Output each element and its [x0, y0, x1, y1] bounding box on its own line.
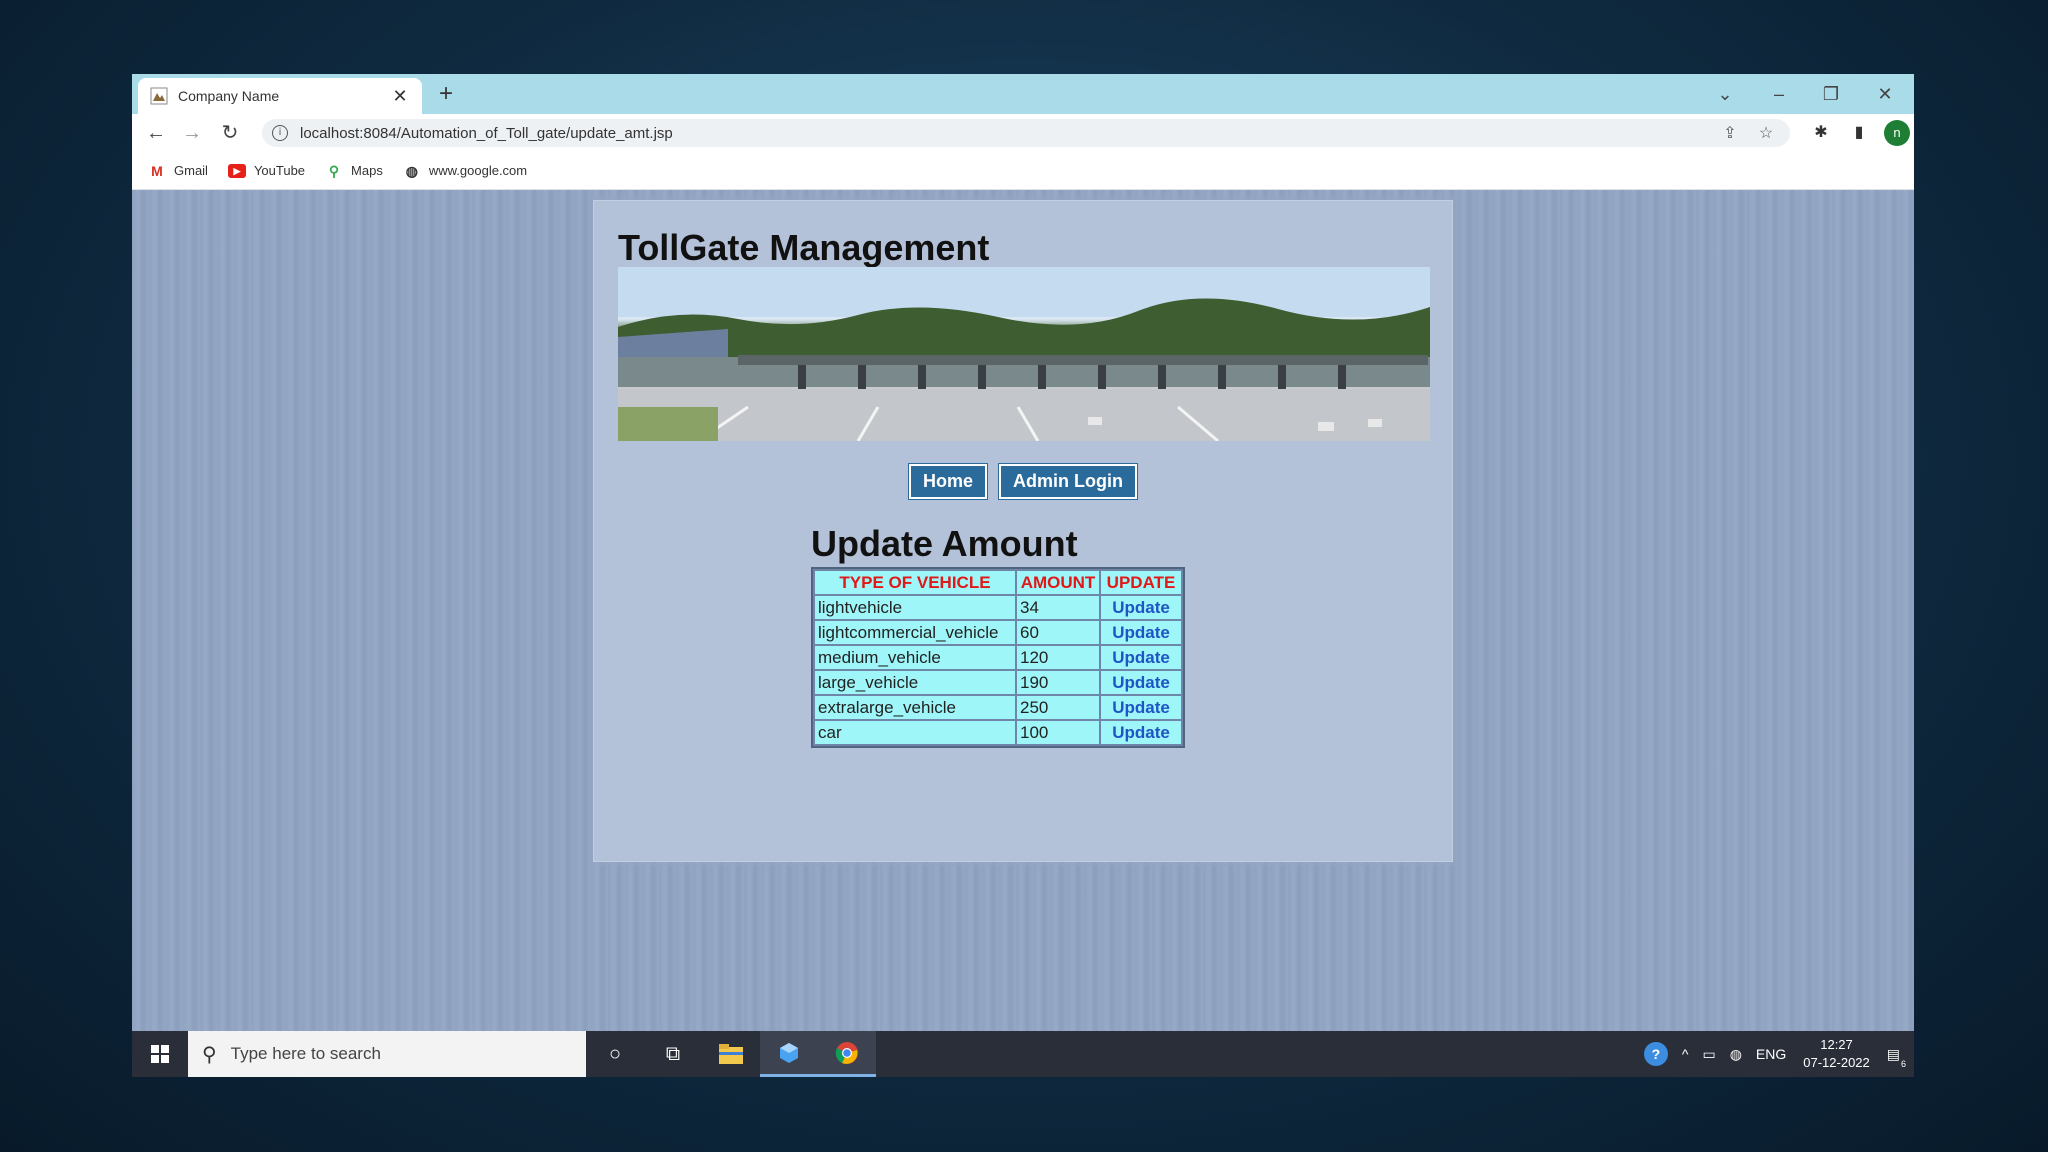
notification-count: 6 — [1900, 1058, 1906, 1069]
browser-tab[interactable]: Company Name ✕ — [138, 78, 422, 114]
profile-avatar[interactable]: n — [1884, 120, 1910, 146]
amount-cell: 120 — [1017, 646, 1099, 669]
table-header-row: TYPE OF VEHICLE AMOUNT UPDATE — [815, 571, 1181, 594]
chevron-up-icon[interactable]: ^ — [1682, 1046, 1689, 1062]
clock-date: 07-12-2022 — [1803, 1055, 1870, 1070]
gmail-icon: M — [151, 162, 163, 179]
help-icon[interactable]: ? — [1643, 1042, 1668, 1066]
start-button[interactable] — [132, 1031, 188, 1077]
table-row: medium_vehicle 120 Update — [815, 646, 1181, 669]
section-title: Update Amount — [811, 523, 1078, 564]
notification-icon[interactable]: ▤ 6 — [1887, 1046, 1906, 1069]
vehicle-type-cell: medium_vehicle — [815, 646, 1015, 669]
forward-button[interactable]: → — [178, 119, 206, 147]
update-link[interactable]: Update — [1101, 621, 1181, 644]
bookmark-google[interactable]: ◍ www.google.com — [403, 163, 527, 178]
browser-toolbar: ← → ↻ i localhost:8084/Automation_of_Tol… — [132, 114, 1914, 152]
windows-logo-icon — [151, 1045, 169, 1063]
bookmark-youtube[interactable]: ▶ YouTube — [227, 163, 306, 178]
bookmark-label: YouTube — [253, 163, 306, 178]
address-bar[interactable]: i localhost:8084/Automation_of_Toll_gate… — [262, 119, 1790, 147]
site-info-icon[interactable]: i — [272, 125, 288, 141]
new-tab-button[interactable]: + — [432, 80, 460, 108]
amount-table: TYPE OF VEHICLE AMOUNT UPDATE lightvehic… — [811, 567, 1185, 748]
vehicle-type-cell: lightvehicle — [815, 596, 1015, 619]
admin-login-button[interactable]: Admin Login — [999, 464, 1137, 499]
globe-icon: ◍ — [405, 162, 418, 179]
extensions-icon[interactable]: ✱ — [1808, 120, 1834, 146]
vehicle-type-cell: car — [815, 721, 1015, 744]
update-link[interactable]: Update — [1101, 721, 1181, 744]
tab-search-icon[interactable]: ⌄ — [1710, 80, 1740, 108]
bookmark-gmail[interactable]: M Gmail — [148, 163, 208, 178]
amount-cell: 34 — [1017, 596, 1099, 619]
app-cube-icon[interactable] — [760, 1031, 818, 1077]
site-favicon-icon — [150, 87, 168, 105]
vehicle-type-cell: extralarge_vehicle — [815, 696, 1015, 719]
youtube-icon: ▶ — [227, 163, 246, 178]
cortana-icon[interactable]: ○ — [586, 1031, 644, 1077]
system-tray: ? ^ ▭ ◍ ENG 12:27 07-12-2022 ▤ 6 — [1637, 1031, 1914, 1077]
share-icon[interactable]: ⇪ — [1718, 123, 1742, 143]
bookmark-label: Gmail — [174, 163, 208, 178]
restore-button[interactable]: ❐ — [1816, 80, 1846, 108]
update-link[interactable]: Update — [1101, 596, 1181, 619]
table-row: lightcommercial_vehicle 60 Update — [815, 621, 1181, 644]
nav-menu: Home Admin Login — [594, 464, 1452, 499]
bookmark-label: www.google.com — [428, 163, 528, 178]
site-title: TollGate Management — [618, 227, 990, 268]
home-button[interactable]: Home — [909, 464, 988, 499]
side-panel-icon[interactable]: ▮ — [1846, 120, 1872, 146]
clock[interactable]: 12:27 07-12-2022 — [1803, 1036, 1870, 1072]
minimize-button[interactable]: – — [1764, 80, 1794, 108]
update-link[interactable]: Update — [1101, 646, 1181, 669]
file-explorer-icon[interactable] — [702, 1031, 760, 1077]
page-content: TollGate Management Home Admin Login Upd… — [132, 190, 1914, 1031]
url-text[interactable]: localhost:8084/Automation_of_Toll_gate/u… — [300, 125, 1718, 142]
reload-button[interactable]: ↻ — [216, 119, 244, 147]
amount-cell: 190 — [1017, 671, 1099, 694]
amount-cell: 100 — [1017, 721, 1099, 744]
bookmark-label: Maps — [351, 163, 383, 178]
bookmark-maps[interactable]: ⚲ Maps — [325, 163, 383, 178]
network-icon[interactable]: ◍ — [1730, 1046, 1742, 1063]
tab-title: Company Name — [178, 88, 280, 104]
tab-strip: Company Name ✕ + ⌄ – ❐ ✕ — [132, 74, 1914, 114]
clock-time: 12:27 — [1820, 1037, 1853, 1052]
main-card: TollGate Management Home Admin Login Upd… — [593, 200, 1453, 862]
maps-icon: ⚲ — [328, 162, 340, 179]
close-window-button[interactable]: ✕ — [1870, 80, 1900, 108]
column-header-update: UPDATE — [1101, 571, 1181, 594]
table-row: large_vehicle 190 Update — [815, 671, 1181, 694]
chrome-icon[interactable] — [818, 1031, 876, 1077]
bookmark-star-icon[interactable]: ☆ — [1754, 123, 1778, 143]
search-placeholder: Type here to search — [230, 1044, 381, 1063]
battery-icon[interactable]: ▭ — [1702, 1046, 1715, 1063]
language-indicator[interactable]: ENG — [1756, 1046, 1786, 1062]
table-row: lightvehicle 34 Update — [815, 596, 1181, 619]
browser-window: Company Name ✕ + ⌄ – ❐ ✕ ← → ↻ i localho… — [132, 74, 1914, 1031]
column-header-amount: AMOUNT — [1017, 571, 1099, 594]
amount-cell: 250 — [1017, 696, 1099, 719]
update-link[interactable]: Update — [1101, 671, 1181, 694]
table-row: extralarge_vehicle 250 Update — [815, 696, 1181, 719]
bookmarks-bar: M Gmail ▶ YouTube ⚲ Maps ◍ www.google.co… — [132, 152, 1914, 190]
search-icon: ⚲ — [202, 1043, 217, 1066]
taskbar-search[interactable]: ⚲ Type here to search — [188, 1031, 586, 1077]
table-row: car 100 Update — [815, 721, 1181, 744]
tollgate-banner-image — [618, 267, 1430, 441]
vehicle-type-cell: lightcommercial_vehicle — [815, 621, 1015, 644]
column-header-type: TYPE OF VEHICLE — [815, 571, 1015, 594]
vehicle-type-cell: large_vehicle — [815, 671, 1015, 694]
back-button[interactable]: ← — [142, 119, 170, 147]
windows-taskbar: ⚲ Type here to search ○ ⧉ ? ^ ▭ ◍ ENG 12… — [132, 1031, 1914, 1077]
task-view-icon[interactable]: ⧉ — [644, 1031, 702, 1077]
amount-cell: 60 — [1017, 621, 1099, 644]
update-link[interactable]: Update — [1101, 696, 1181, 719]
close-tab-icon[interactable]: ✕ — [390, 86, 410, 107]
